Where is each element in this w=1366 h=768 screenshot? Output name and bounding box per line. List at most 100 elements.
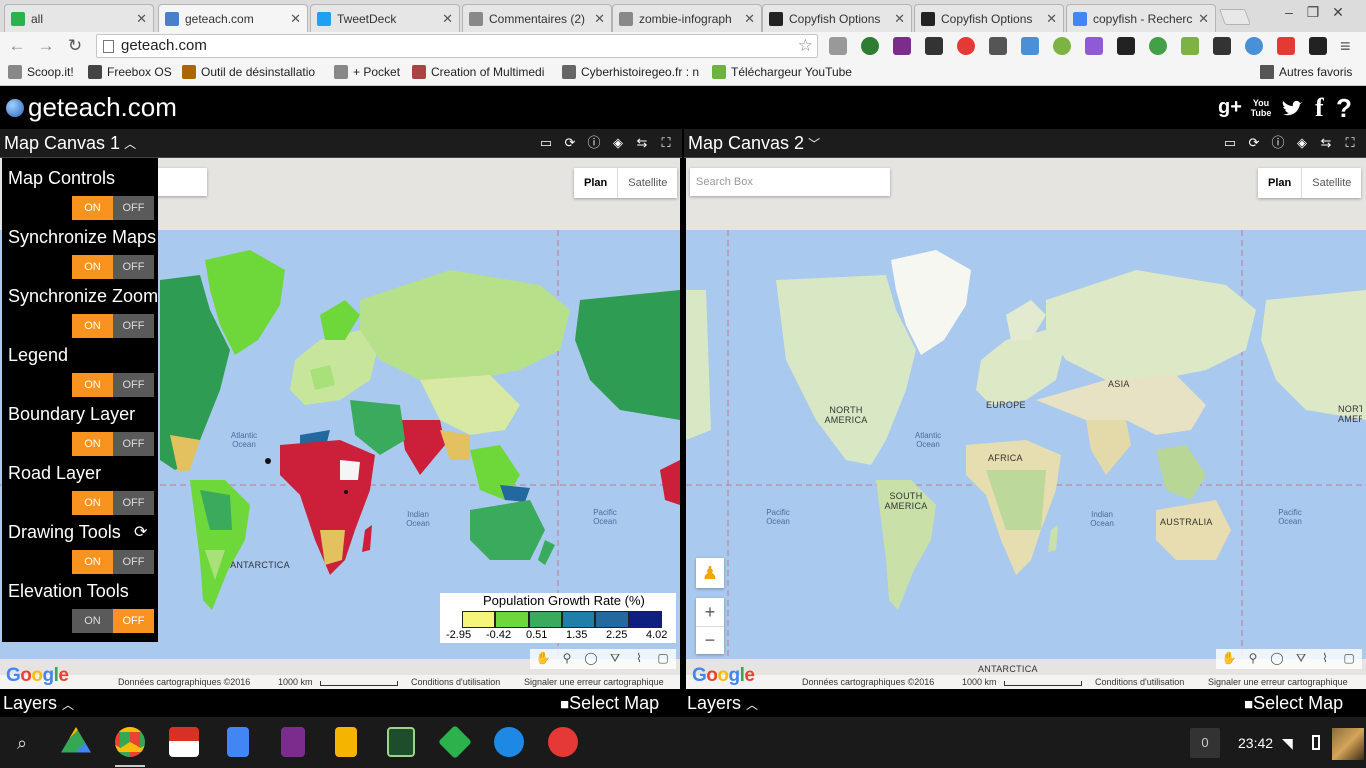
refresh-icon[interactable]: ⟳ xyxy=(1246,135,1262,151)
toggle-off[interactable]: OFF xyxy=(113,373,154,397)
ruler-icon[interactable]: ▭ xyxy=(1222,135,1238,151)
new-tab-button[interactable] xyxy=(1219,9,1251,25)
search-input[interactable]: Search Box xyxy=(690,168,890,196)
layers-toggle[interactable]: Layers ︿ xyxy=(3,693,74,714)
tab-1[interactable]: all ✕ xyxy=(4,4,154,32)
forward-icon[interactable]: → xyxy=(35,35,57,57)
toggle-off[interactable]: OFF xyxy=(113,550,154,574)
maximize-icon[interactable]: ❐ xyxy=(1303,4,1323,21)
map-2-type-control[interactable]: Plan Satellite xyxy=(1258,168,1362,198)
close-tab-icon[interactable]: ✕ xyxy=(1046,11,1057,27)
tab-6[interactable]: Copyfish Options ✕ xyxy=(762,4,912,32)
zoom-out-button[interactable]: − xyxy=(696,626,724,654)
polygon-icon[interactable]: ⛛ xyxy=(606,649,624,667)
notification-count[interactable]: 0 xyxy=(1190,728,1220,758)
close-tab-icon[interactable]: ✕ xyxy=(290,11,301,27)
layers-icon[interactable]: ◈ xyxy=(610,135,626,151)
toggle-on[interactable]: ON xyxy=(72,314,113,338)
toggle-off[interactable]: OFF xyxy=(113,609,154,633)
help-icon[interactable]: ? xyxy=(1336,93,1352,124)
map-1-search-box[interactable] xyxy=(150,168,207,196)
bookmark-item[interactable]: Téléchargeur YouTube xyxy=(712,65,852,79)
close-tab-icon[interactable]: ✕ xyxy=(442,11,453,27)
toggle-on[interactable]: ON xyxy=(72,609,113,633)
rectangle-icon[interactable]: ▢ xyxy=(1340,649,1358,667)
extension-icon[interactable] xyxy=(925,37,943,55)
toggle-off[interactable]: OFF xyxy=(113,491,154,515)
plan-button[interactable]: Plan xyxy=(1258,168,1301,198)
extension-icon[interactable] xyxy=(989,37,1007,55)
bookmark-item[interactable]: Creation of Multimedi xyxy=(412,65,544,79)
extension-icon[interactable] xyxy=(1277,37,1295,55)
files-icon[interactable] xyxy=(494,727,524,757)
extension-icon[interactable] xyxy=(1053,37,1071,55)
report-link[interactable]: Signaler une erreur cartographique xyxy=(524,677,664,687)
close-tab-icon[interactable]: ✕ xyxy=(1198,11,1209,27)
satellite-button[interactable]: Satellite xyxy=(617,168,677,198)
satellite-button[interactable]: Satellite xyxy=(1301,168,1361,198)
map-1-type-control[interactable]: Plan Satellite xyxy=(574,168,678,198)
reload-icon[interactable]: ↻ xyxy=(64,35,86,57)
twitter-icon[interactable] xyxy=(1280,100,1304,118)
marker-icon[interactable]: ⚲ xyxy=(1244,649,1262,667)
close-tab-icon[interactable]: ✕ xyxy=(894,11,905,27)
toggle-switch[interactable]: ON OFF xyxy=(72,373,154,397)
close-tab-icon[interactable]: ✕ xyxy=(744,11,755,27)
extension-icon[interactable] xyxy=(829,37,847,55)
toggle-on[interactable]: ON xyxy=(72,432,113,456)
toggle-off[interactable]: OFF xyxy=(113,196,154,220)
toggle-on[interactable]: ON xyxy=(72,255,113,279)
slides-icon[interactable] xyxy=(335,727,357,757)
onenote-icon[interactable] xyxy=(281,727,305,757)
polyline-icon[interactable]: ⌇ xyxy=(630,649,648,667)
bookmark-item[interactable]: + Pocket xyxy=(334,65,400,79)
bookmark-item[interactable]: Freebox OS xyxy=(88,65,172,79)
extension-icon[interactable] xyxy=(861,37,879,55)
hand-icon[interactable]: ✋ xyxy=(1220,649,1238,667)
bookmark-item[interactable]: Cyberhistoiregeo.fr : n xyxy=(562,65,699,79)
toggle-off[interactable]: OFF xyxy=(113,432,154,456)
ruler-icon[interactable]: ▭ xyxy=(538,135,554,151)
fullscreen-icon[interactable]: ⛶ xyxy=(1342,135,1358,151)
gmail-icon[interactable] xyxy=(169,727,199,757)
toggle-on[interactable]: ON xyxy=(72,491,113,515)
extension-icon[interactable] xyxy=(893,37,911,55)
extension-icon[interactable] xyxy=(1213,37,1231,55)
layers-icon[interactable]: ◈ xyxy=(1294,135,1310,151)
refresh-icon[interactable]: ⟳ xyxy=(562,135,578,151)
other-bookmarks[interactable]: Autres favoris xyxy=(1260,65,1352,79)
info-icon[interactable]: ⓘ xyxy=(1270,135,1286,151)
terms-link[interactable]: Conditions d'utilisation xyxy=(411,677,500,687)
clock[interactable]: 23:42 xyxy=(1238,735,1273,751)
bookmark-item[interactable]: Scoop.it! xyxy=(8,65,74,79)
toggle-switch[interactable]: ON OFF xyxy=(72,196,154,220)
tab-8[interactable]: copyfish - Recherc ✕ xyxy=(1066,4,1216,32)
toggle-switch[interactable]: ON OFF xyxy=(72,609,154,633)
app-icon[interactable] xyxy=(387,727,415,757)
polyline-icon[interactable]: ⌇ xyxy=(1316,649,1334,667)
toggle-switch[interactable]: ON OFF xyxy=(72,432,154,456)
polygon-icon[interactable]: ⛛ xyxy=(1292,649,1310,667)
fullscreen-icon[interactable]: ⛶ xyxy=(658,135,674,151)
circle-icon[interactable]: ◯ xyxy=(582,649,600,667)
tab-5[interactable]: zombie-infograph ✕ xyxy=(612,4,762,32)
extension-icon[interactable] xyxy=(1149,37,1167,55)
toggle-switch[interactable]: ON OFF xyxy=(72,550,154,574)
extension-icon[interactable] xyxy=(1021,37,1039,55)
report-link[interactable]: Signaler une erreur cartographique xyxy=(1208,677,1348,687)
facebook-icon[interactable]: f xyxy=(1315,93,1324,123)
back-icon[interactable]: ← xyxy=(6,35,28,57)
toggle-on[interactable]: ON xyxy=(72,550,113,574)
extension-icon[interactable] xyxy=(1309,37,1327,55)
zoom-in-button[interactable]: + xyxy=(696,598,724,626)
tab-3[interactable]: TweetDeck ✕ xyxy=(310,4,460,32)
plan-button[interactable]: Plan xyxy=(574,168,617,198)
layers-toggle[interactable]: Layers ︿ xyxy=(687,693,758,714)
select-map-button[interactable]: ■Select Map xyxy=(560,693,659,714)
toggle-on[interactable]: ON xyxy=(72,373,113,397)
extension-icon[interactable] xyxy=(1085,37,1103,55)
tab-4[interactable]: Commentaires (2) ✕ xyxy=(462,4,612,32)
docs-icon[interactable] xyxy=(227,727,249,757)
extension-icon[interactable] xyxy=(1245,37,1263,55)
canvas-1-title[interactable]: Map Canvas 1 ︿ xyxy=(0,129,136,157)
